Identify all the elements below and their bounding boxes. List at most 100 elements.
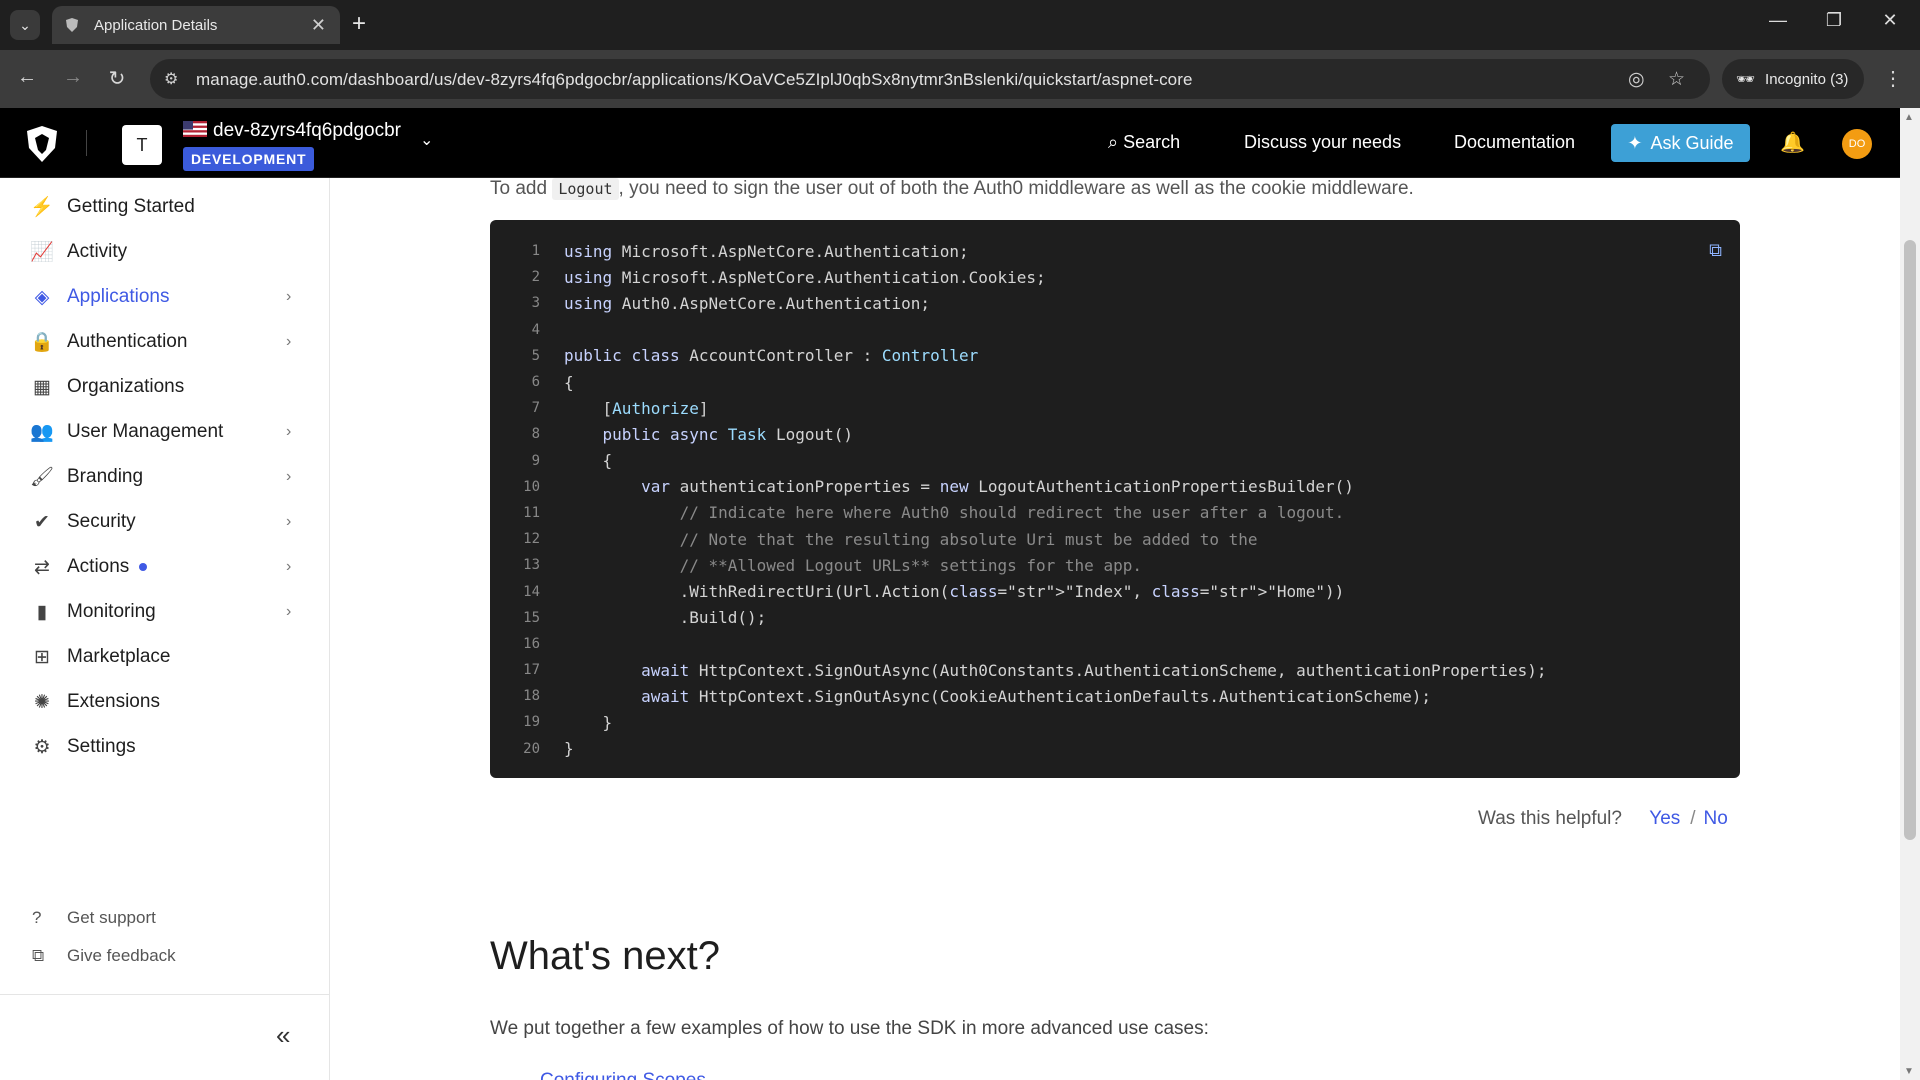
- sparkle-icon: ✦: [1627, 132, 1643, 153]
- notifications-bell-icon[interactable]: 🔔: [1780, 130, 1805, 155]
- get-support-link[interactable]: ? Get support: [0, 903, 330, 933]
- sidebar-item-extensions[interactable]: ✺ Extensions: [0, 680, 330, 724]
- sidebar-item-label: Activity: [67, 241, 128, 262]
- sidebar-item-label: Branding: [67, 466, 144, 487]
- line-number: 8: [531, 426, 540, 443]
- ask-guide-label: Ask Guide: [1650, 132, 1734, 153]
- bolt-icon: ⚡: [30, 197, 54, 218]
- line-number: 12: [523, 531, 540, 548]
- bookmark-star-icon[interactable]: ☆: [1668, 68, 1685, 91]
- discuss-needs-link[interactable]: Discuss your needs: [1244, 132, 1401, 153]
- marketplace-icon: ⊞: [34, 646, 50, 668]
- sidebar-item-getting-started[interactable]: ⚡ Getting Started: [0, 185, 330, 229]
- sidebar: ⚡ Getting Started 📈 Activity ◈ Applicati…: [0, 178, 330, 1080]
- ask-guide-button[interactable]: ✦ Ask Guide: [1611, 124, 1750, 162]
- scrollbar-thumb[interactable]: [1904, 240, 1916, 840]
- sidebar-item-applications[interactable]: ◈ Applications ›: [0, 275, 330, 319]
- back-icon[interactable]: ←: [12, 66, 42, 89]
- search-label: Search: [1123, 132, 1181, 152]
- sidebar-item-user-management[interactable]: 👥 User Management ›: [0, 410, 330, 454]
- us-flag-icon: [183, 121, 207, 137]
- chevron-right-icon: ›: [286, 603, 292, 620]
- helpful-yes-link[interactable]: Yes: [1649, 808, 1680, 829]
- sidebar-item-monitoring[interactable]: ▮ Monitoring ›: [0, 590, 330, 634]
- main-content: To add Logout, you need to sign the user…: [330, 178, 1900, 1080]
- inline-code-logout: Logout: [552, 178, 619, 200]
- code-line: 17 await HttpContext.SignOutAsync(Auth0C…: [490, 657, 1740, 683]
- app-header: T dev-8zyrs4fq6pdgocbr DEVELOPMENT ⌄ ⌕ S…: [0, 108, 1900, 178]
- code-line: 2 using Microsoft.AspNetCore.Authenticati…: [490, 264, 1740, 290]
- sidebar-item-label: Extensions: [67, 691, 160, 712]
- code-text: }: [564, 712, 613, 732]
- code-block[interactable]: ⧉ 1 using Microsoft.AspNetCore.Authentica…: [490, 220, 1740, 778]
- line-number: 1: [531, 243, 540, 260]
- auth0-logo-icon[interactable]: [24, 124, 60, 164]
- configuring-scopes-link[interactable]: Configuring Scopes: [540, 1070, 706, 1080]
- sidebar-divider: [0, 994, 330, 995]
- line-number: 4: [531, 321, 540, 338]
- site-info-icon[interactable]: ⚙: [164, 69, 178, 89]
- forward-icon[interactable]: →: [58, 66, 88, 89]
- documentation-link[interactable]: Documentation: [1454, 132, 1575, 153]
- line-number: 16: [523, 635, 540, 652]
- code-line: 16: [490, 631, 1740, 657]
- line-number: 11: [523, 504, 540, 521]
- helpful-no-link[interactable]: No: [1704, 808, 1728, 829]
- users-icon: 👥: [30, 422, 54, 443]
- code-line: 11 // Indicate here where Auth0 should r…: [490, 500, 1740, 526]
- line-number: 5: [531, 347, 540, 364]
- code-line: 1 using Microsoft.AspNetCore.Authenticati…: [490, 238, 1740, 264]
- collapse-sidebar-icon[interactable]: «: [276, 1020, 290, 1051]
- new-tab-icon[interactable]: +: [352, 11, 366, 37]
- code-line: 15 .Build();: [490, 605, 1740, 631]
- line-number: 9: [531, 452, 540, 469]
- sidebar-item-actions[interactable]: ⇄ Actions ›: [0, 545, 330, 589]
- whats-next-heading: What's next?: [490, 934, 720, 978]
- close-tab-icon[interactable]: ✕: [311, 15, 326, 36]
- tab-search-chevron-icon[interactable]: ⌄: [10, 10, 40, 40]
- close-window-icon[interactable]: ✕: [1870, 10, 1910, 31]
- browser-tab[interactable]: Application Details ✕: [52, 6, 340, 44]
- code-text: await HttpContext.SignOutAsync(CookieAut…: [641, 686, 1431, 706]
- line-number: 14: [523, 583, 540, 600]
- user-avatar[interactable]: DO: [1842, 129, 1872, 159]
- chevron-right-icon: ›: [286, 288, 292, 305]
- line-number: 10: [523, 478, 540, 495]
- code-lines: 1 using Microsoft.AspNetCore.Authenticati…: [490, 238, 1740, 762]
- building-icon: ▦: [33, 376, 51, 398]
- give-feedback-link[interactable]: ⧉ Give feedback: [0, 941, 330, 971]
- reload-icon[interactable]: ↻: [102, 66, 132, 91]
- layers-icon: ◈: [34, 286, 50, 308]
- restore-icon[interactable]: ❐: [1814, 10, 1854, 31]
- code-text: {: [564, 372, 574, 392]
- scroll-down-arrow-icon[interactable]: ▼: [1904, 1066, 1914, 1077]
- bar-chart-icon: ▮: [36, 601, 48, 623]
- sidebar-item-label: User Management: [67, 421, 224, 442]
- tenant-name[interactable]: dev-8zyrs4fq6pdgocbr: [213, 120, 401, 142]
- shield-check-icon: ✔: [34, 511, 50, 533]
- chevron-right-icon: ›: [286, 513, 292, 530]
- gear-icon: ⚙: [33, 736, 51, 758]
- code-line: 12 // Note that the resulting absolute U…: [490, 526, 1740, 552]
- tenant-avatar[interactable]: T: [122, 125, 162, 165]
- incognito-indicator[interactable]: 🕶 Incognito (3): [1722, 59, 1864, 99]
- sidebar-item-security[interactable]: ✔ Security ›: [0, 500, 330, 544]
- sidebar-item-marketplace[interactable]: ⊞ Marketplace: [0, 635, 330, 679]
- minimize-icon[interactable]: —: [1758, 10, 1798, 31]
- browser-menu-icon[interactable]: ⋮: [1883, 66, 1903, 91]
- sidebar-item-organizations[interactable]: ▦ Organizations: [0, 365, 330, 409]
- address-bar[interactable]: ⚙ manage.auth0.com/dashboard/us/dev-8zyr…: [150, 59, 1710, 99]
- sidebar-item-authentication[interactable]: 🔒 Authentication ›: [0, 320, 330, 364]
- lock-icon: 🔒: [30, 332, 54, 353]
- get-support-label: Get support: [67, 908, 156, 927]
- sidebar-item-settings[interactable]: ⚙ Settings: [0, 725, 330, 769]
- search-button[interactable]: ⌕ Search: [1108, 132, 1180, 153]
- scroll-up-arrow-icon[interactable]: ▲: [1904, 112, 1914, 123]
- eye-off-icon[interactable]: ◎: [1628, 68, 1645, 91]
- url-text[interactable]: manage.auth0.com/dashboard/us/dev-8zyrs4…: [196, 70, 1193, 90]
- chevron-down-icon[interactable]: ⌄: [420, 130, 433, 150]
- sidebar-item-activity[interactable]: 📈 Activity: [0, 230, 330, 274]
- intro-text-after: , you need to sign the user out of both …: [618, 178, 1414, 199]
- sidebar-item-branding[interactable]: 🖌 Branding ›: [0, 455, 330, 499]
- code-text: [Authorize]: [564, 398, 709, 418]
